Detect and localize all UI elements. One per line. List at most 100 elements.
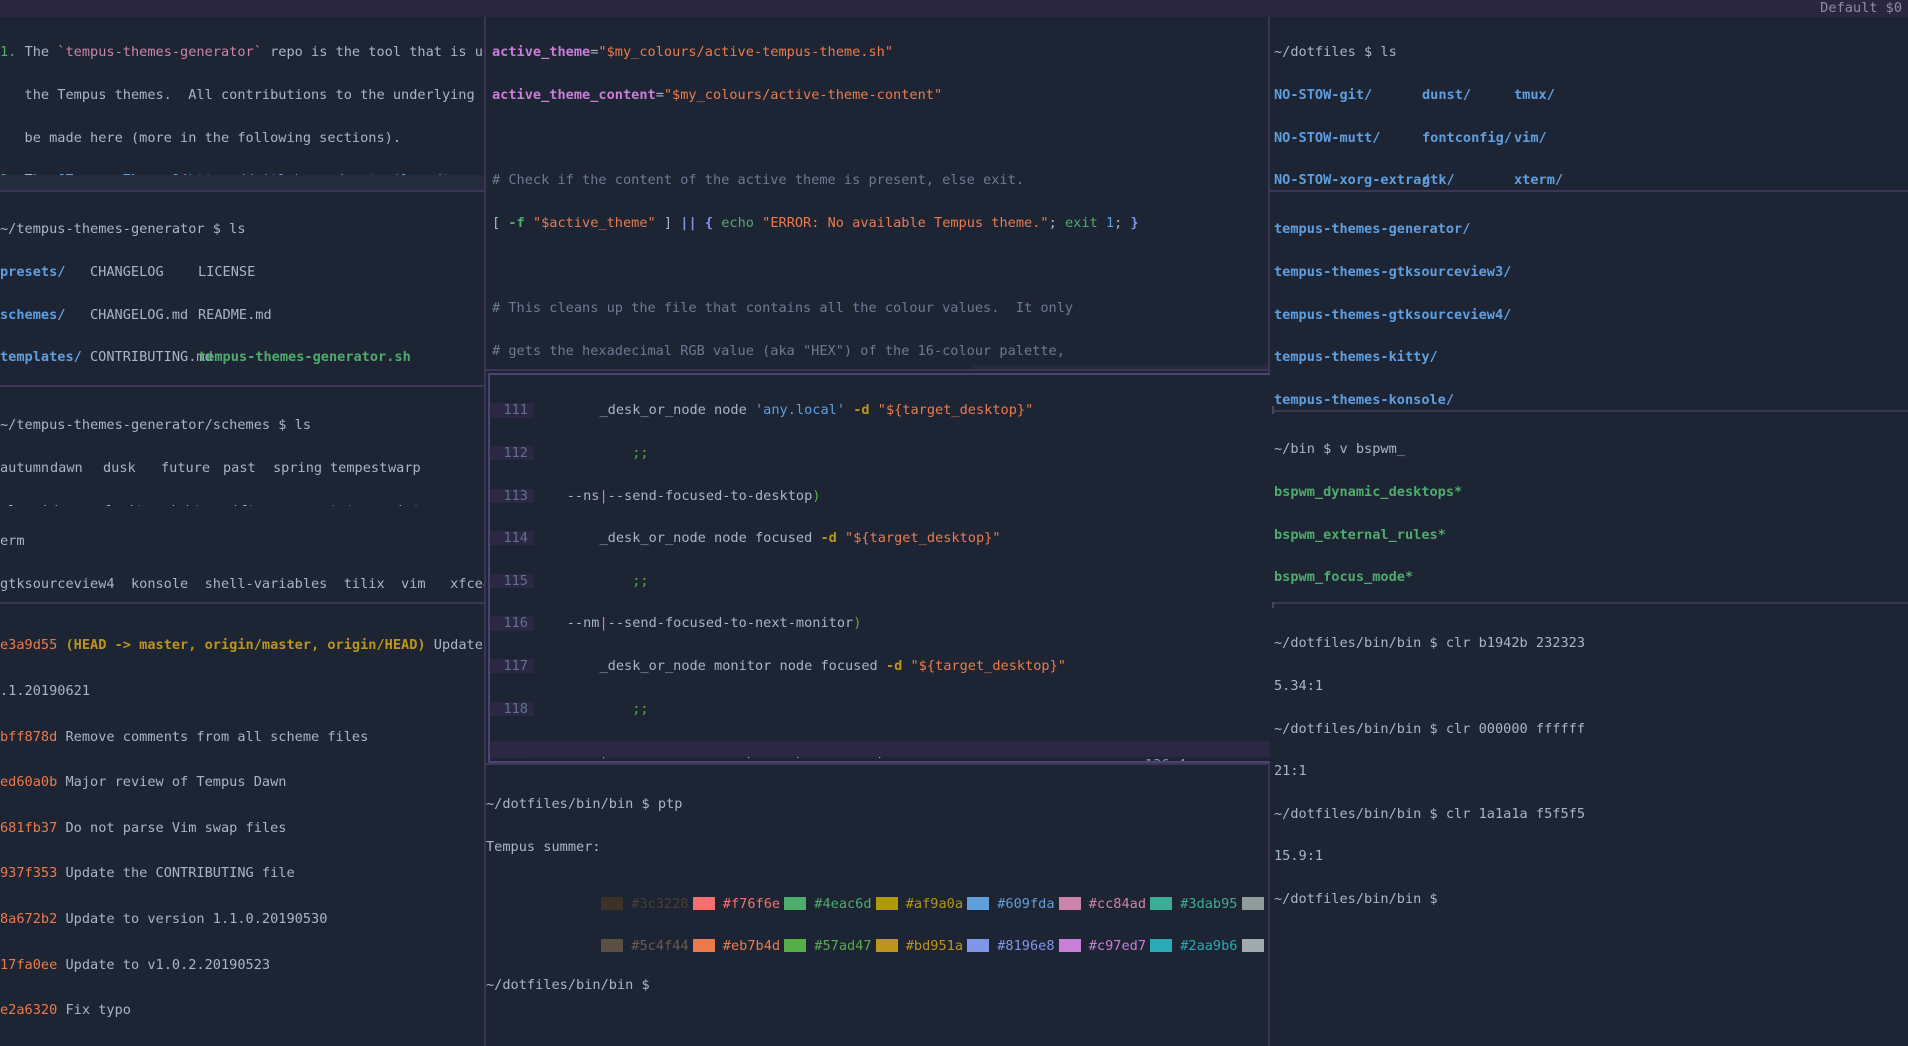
contrast-result: 5.34:1 xyxy=(1274,678,1324,694)
git-log-entry: 17fa0ee Update to v1.0.2.20190523 xyxy=(0,956,271,973)
shell-generator-ls-pane[interactable]: ~/tempus-themes-generator $ ls presets/C… xyxy=(0,194,484,384)
pane-separator-right-4[interactable] xyxy=(1270,602,1908,604)
shell-prompt-line: ~/dotfiles/bin/bin $ xyxy=(1274,890,1438,907)
color-swatch xyxy=(1150,896,1173,910)
code-line: 116 --nm|--send-focused-to-next-monitor) xyxy=(490,616,1272,631)
repo-item: tempus-themes-generator/ xyxy=(1274,221,1471,238)
vim-script-pane-top[interactable]: active_theme="$my_colours/active-tempus-… xyxy=(486,17,1268,369)
git-log-entry: bff878d Remove comments from all scheme … xyxy=(0,728,369,745)
bin-item: bspwm_external_rules* xyxy=(1274,526,1446,543)
code-line: # gets the hexadecimal RGB value (aka "H… xyxy=(492,342,1065,359)
code-line: # This cleans up the file that contains … xyxy=(492,299,1074,316)
palette-row: #5c4f44 #eb7b4d #57ad47 #bd951a #8196e8 … xyxy=(486,925,1268,953)
code-line: 112 ;; xyxy=(490,446,1272,461)
palette-row: #3c3228 #f76f6e #4eac6d #af9a0a #609fda … xyxy=(486,883,1268,911)
git-log-entry: .1.20190621 xyxy=(0,683,91,699)
ls-row: gtksourceview4 konsole shell-variables t… xyxy=(0,576,484,592)
code-line: 117 _desk_or_node monitor node focused -… xyxy=(490,659,1272,674)
vim-statusline-bspwm: 136,4 Bot xyxy=(490,741,1272,761)
bin-item: bspwm_focus_mode* xyxy=(1274,569,1414,586)
pane-separator-right-1[interactable] xyxy=(1270,190,1908,192)
git-log-entry: 8a672b2 Update to version 1.1.0.20190530 xyxy=(0,910,328,927)
pane-separator-right-3[interactable] xyxy=(1270,410,1908,412)
pane-separator-left-2[interactable] xyxy=(0,385,484,387)
bspwm-bin-ls-pane[interactable]: ~/bin $ v bspwm_ bspwm_dynamic_desktops*… xyxy=(1270,414,1908,602)
contrast-result: 21:1 xyxy=(1274,763,1307,780)
ls-row: NO-STOW-git/dunst/tmux/ xyxy=(1274,87,1555,103)
pane-separator-mid-2[interactable] xyxy=(486,763,1268,765)
palette-summary-label: Tempus summer: xyxy=(486,839,601,855)
shell-prompt-line: ~/bin $ v bspwm_ xyxy=(1274,441,1405,458)
color-swatch xyxy=(1058,939,1081,953)
git-log-entry: e2a6320 Fix typo xyxy=(0,1002,131,1019)
shell-prompt-line: ~/dotfiles/bin/bin $ ptp xyxy=(486,796,683,813)
readme-line: be made here (more in the following sect… xyxy=(0,129,402,146)
color-swatch xyxy=(875,896,898,910)
code-line: 113 --ns|--send-focused-to-desktop) xyxy=(490,488,1272,503)
pane-separator-mid-1[interactable] xyxy=(486,369,1268,371)
shell-prompt-line: ~/dotfiles/bin/bin $ clr b1942b 232323 xyxy=(1274,635,1585,652)
shell-prompt-line: ~/tempus-themes-generator $ ls xyxy=(0,221,246,238)
shell-prompt-line: ~/dotfiles/bin/bin $ clr 000000 ffffff xyxy=(1274,720,1585,737)
code-line: active_theme="$my_colours/active-tempus-… xyxy=(492,44,894,61)
readme-markdown-vim-pane[interactable]: 1. The `tempus-themes-generator` repo is… xyxy=(0,17,484,190)
color-swatch xyxy=(692,896,715,910)
bin-item: bspwm_dynamic_desktops* xyxy=(1274,484,1463,500)
color-swatch xyxy=(784,896,807,910)
ls-row: presets/CHANGELOG LICENSE xyxy=(0,264,256,280)
tmux-status-right: Default $0 xyxy=(1820,0,1902,16)
git-log-entry: 681fb37 Do not parse Vim swap files xyxy=(0,819,287,836)
git-log-pane[interactable]: e3a9d55 (HEAD -> master, origin/master, … xyxy=(0,608,484,1046)
code-line: active_theme_content="$my_colours/active… xyxy=(492,87,943,103)
repo-item: tempus-themes-gtksourceview4/ xyxy=(1274,306,1512,323)
ls-row: erm xyxy=(0,533,25,550)
shell-prompt-line: ~/dotfiles/bin/bin $ xyxy=(486,976,650,993)
code-line: 118 ;; xyxy=(490,701,1272,716)
tmux-status-bar[interactable]: 1: demo tempus * 2: admin #- 3: dotfiles… xyxy=(0,0,1908,33)
git-log-entry: 937f353 Update the CONTRIBUTING file xyxy=(0,865,295,882)
color-swatch xyxy=(1150,939,1173,953)
git-log-entry: ed60a0b Major review of Tempus Dawn xyxy=(0,774,287,791)
code-line: 111 _desk_or_node node 'any.local' -d "$… xyxy=(490,403,1272,418)
color-swatch xyxy=(784,939,807,953)
repo-item: tempus-themes-gtksourceview3/ xyxy=(1274,264,1512,280)
code-line: # Check if the content of the active the… xyxy=(492,172,1024,189)
color-swatch xyxy=(692,939,715,953)
tmux-session-screen: 1: demo tempus * 2: admin #- 3: dotfiles… xyxy=(0,0,1908,1046)
shell-prompt-line: ~/dotfiles/bin/bin $ clr 1a1a1a f5f5f5 xyxy=(1274,805,1585,822)
color-swatch xyxy=(967,896,990,910)
color-swatch xyxy=(875,939,898,953)
tempus-palette-preview-pane[interactable]: ~/dotfiles/bin/bin $ ptp Tempus summer: … xyxy=(486,769,1268,1046)
contrast-result: 15.9:1 xyxy=(1274,848,1324,865)
code-line: 115 ;; xyxy=(490,574,1272,588)
ls-row: autumndawn dusk future past spring tempestwar… xyxy=(0,460,421,476)
ls-row: schemes/CHANGELOG.md README.md xyxy=(0,306,272,323)
color-swatch xyxy=(1058,896,1081,910)
shell-prompt-line: ~/tempus-themes-generator/schemes $ ls xyxy=(0,417,311,434)
dotfiles-ls-pane[interactable]: ~/dotfiles $ ls NO-STOW-git/dunst/tmux/ … xyxy=(1270,17,1908,190)
repo-item: tempus-themes-konsole/ xyxy=(1274,391,1455,406)
readme-line: 1. The `tempus-themes-generator` repo is… xyxy=(0,44,484,61)
code-line: [ -f "$active_theme" ] || { echo "ERROR:… xyxy=(492,214,1139,231)
vim-statusline-script: 41,21 44% xyxy=(972,365,1268,369)
pane-separator-left-1[interactable] xyxy=(0,190,484,192)
readme-line: the Tempus themes. All contributions to … xyxy=(24,87,484,103)
color-swatch xyxy=(967,939,990,953)
pane-separator-left-3[interactable] xyxy=(0,602,484,604)
code-line: 114 _desk_or_node node focused -d "${tar… xyxy=(490,531,1272,546)
contrast-ratio-pane[interactable]: ~/dotfiles/bin/bin $ clr b1942b 232323 5… xyxy=(1270,608,1908,1046)
shell-prompt-line: ~/dotfiles $ ls xyxy=(1274,44,1397,61)
repo-item: tempus-themes-kitty/ xyxy=(1274,349,1438,366)
ls-row: NO-STOW-mutt/fontconfig/vim/ xyxy=(1274,129,1547,146)
ls-row: NO-STOW-xorg-extra/gtk/xterm/ xyxy=(1274,172,1564,189)
color-swatch xyxy=(601,939,624,953)
tempus-repos-ls-pane[interactable]: tempus-themes-generator/ tempus-themes-g… xyxy=(1270,194,1908,406)
vim-statusline-readme: 10,71 11% xyxy=(0,175,484,190)
vim-bspwm-script-pane[interactable]: 111 _desk_or_node node 'any.local' -d "$… xyxy=(488,373,1274,763)
color-swatch xyxy=(1241,939,1264,953)
shell-templates-ls-pane[interactable]: erm gtksourceview4 konsole shell-variabl… xyxy=(0,506,484,602)
color-swatch xyxy=(1241,896,1264,910)
ls-row: templates/CONTRIBUTING.mdtempus-themes-g… xyxy=(0,349,411,366)
